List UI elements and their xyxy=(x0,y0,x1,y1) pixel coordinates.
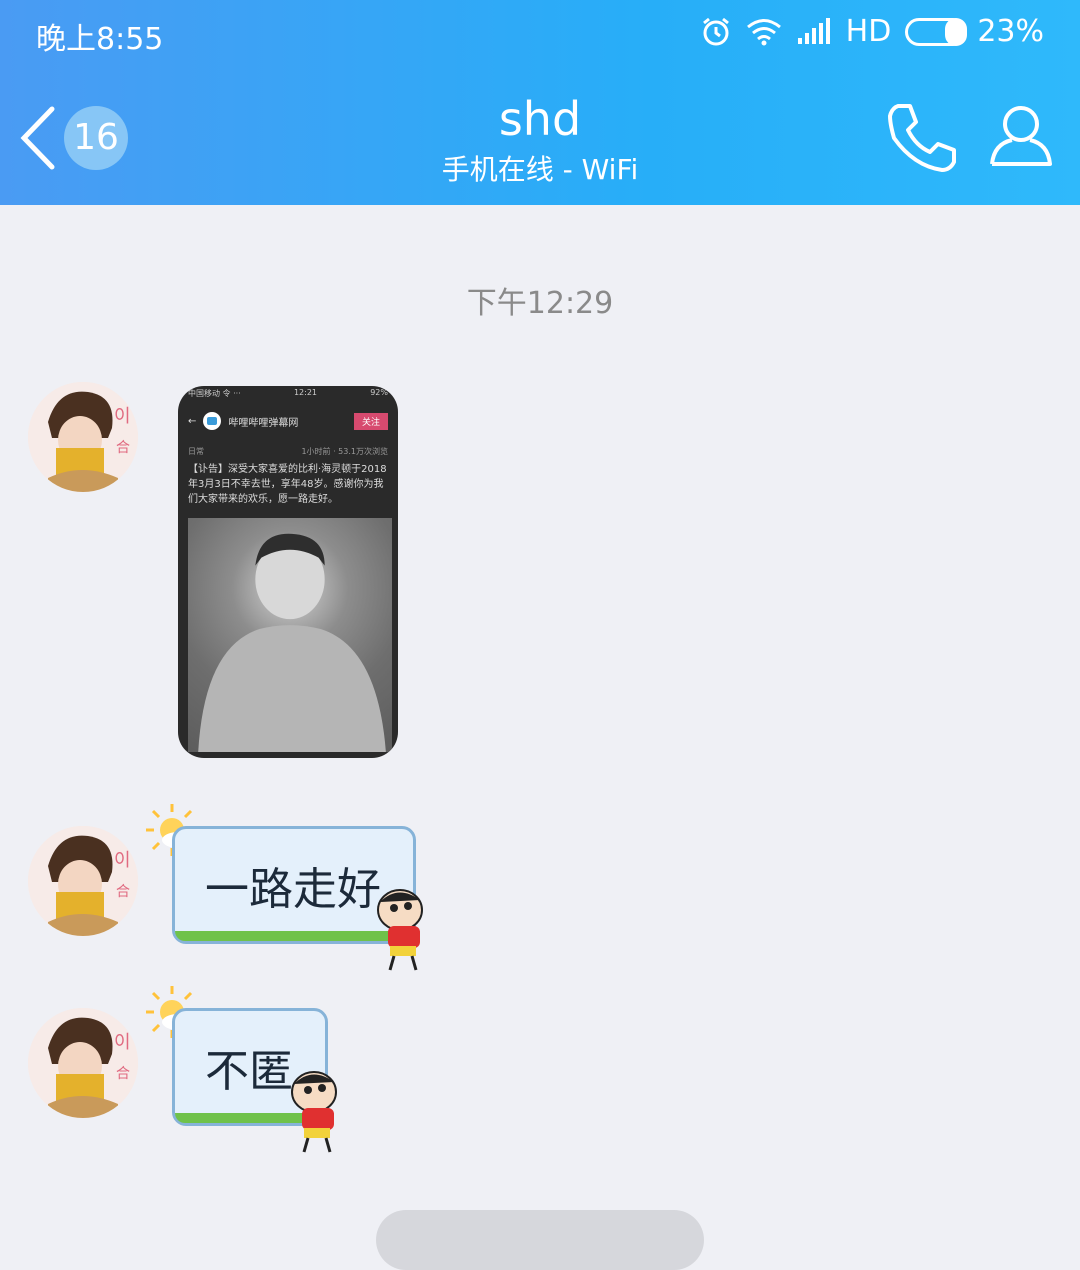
phone-icon xyxy=(888,104,956,172)
svg-text:合: 合 xyxy=(116,884,130,900)
svg-text:이: 이 xyxy=(114,406,131,427)
call-button[interactable] xyxy=(884,100,960,176)
message-timestamp: 下午12:29 xyxy=(466,286,614,321)
battery-percent: 23% xyxy=(977,14,1044,49)
image-follow-button: 关注 xyxy=(353,412,388,430)
message-text: 一路走好 xyxy=(205,864,381,915)
image-meta-left: 日常 xyxy=(188,447,204,456)
profile-button[interactable] xyxy=(986,100,1056,170)
svg-text:이: 이 xyxy=(114,1032,131,1053)
image-nav-title: 哔哩哔哩弹幕网 xyxy=(228,417,299,429)
image-channel-logo-icon xyxy=(203,412,222,430)
signal-icon xyxy=(797,17,830,44)
wifi-icon xyxy=(746,18,781,45)
battery-indicator: 23% xyxy=(905,14,1044,49)
svg-text:이: 이 xyxy=(114,850,131,871)
chat-header: 晚上8:55 HD 23% 16 shd 手机在线 - WiFi xyxy=(0,0,1080,205)
cartoon-sticker-icon xyxy=(377,889,423,971)
avatar-illustration: 이 合 xyxy=(28,1008,138,1118)
avatar[interactable]: 이 合 xyxy=(28,826,138,936)
avatar[interactable]: 이 合 xyxy=(28,1008,138,1118)
image-photo xyxy=(188,518,392,752)
image-caption: 【讣告】深受大家喜爱的比利·海灵顿于2018年3月3日不幸去世，享年48岁。感谢… xyxy=(188,464,387,505)
image-message[interactable]: 中国移动 令 ··· 12:21 92% ← 哔哩哔哩弹幕网 关注 日常 1小时… xyxy=(178,386,398,758)
image-meta-right: 1小时前 · 53.1万次浏览 xyxy=(301,447,388,456)
image-nav-bar: ← 哔哩哔哩弹幕网 关注 xyxy=(188,408,388,434)
profile-icon xyxy=(990,106,1052,166)
image-status-carrier: 中国移动 令 ··· xyxy=(188,389,241,398)
image-status-battery: 92% xyxy=(370,388,388,397)
image-status-bar: 中国移动 令 ··· 12:21 92% xyxy=(188,388,388,399)
image-meta: 日常 1小时前 · 53.1万次浏览 xyxy=(188,446,388,457)
image-status-time: 12:21 xyxy=(293,388,317,397)
svg-text:合: 合 xyxy=(116,1066,130,1082)
status-time: 晚上8:55 xyxy=(36,22,164,57)
image-back-arrow-icon: ← xyxy=(188,415,197,427)
alarm-icon xyxy=(702,17,729,45)
avatar-illustration: 이 合 xyxy=(28,382,138,492)
portrait-photo xyxy=(198,533,386,752)
message-text: 不匿 xyxy=(205,1046,293,1097)
network-label: HD xyxy=(845,14,892,49)
cartoon-sticker-icon xyxy=(291,1071,337,1153)
status-icons: HD 23% xyxy=(700,14,1044,49)
battery-icon xyxy=(905,17,968,46)
avatar[interactable]: 이 合 xyxy=(28,382,138,492)
svg-text:合: 合 xyxy=(116,440,130,456)
avatar-illustration: 이 合 xyxy=(28,826,138,936)
new-message-pill[interactable] xyxy=(376,1210,704,1270)
